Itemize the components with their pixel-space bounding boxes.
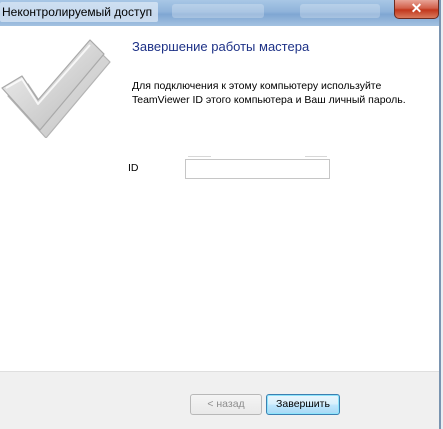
checkmark-icon <box>1 39 111 138</box>
instruction-text: Для подключения к этому компьютеру испол… <box>132 80 406 106</box>
window-title: Неконтролируемый доступ <box>0 2 159 22</box>
wizard-footer: < назад Завершить <box>0 371 439 429</box>
page-heading: Завершение работы мастера <box>132 39 310 54</box>
wizard-content: Завершение работы мастера Для подключени… <box>0 26 439 371</box>
id-label: ID <box>128 162 139 174</box>
title-bar[interactable]: Неконтролируемый доступ ✕ <box>0 0 439 26</box>
wizard-window: Неконтролируемый доступ ✕ Завершение раб… <box>0 0 441 429</box>
finish-button[interactable]: Завершить <box>266 394 340 415</box>
back-button[interactable]: < назад <box>190 394 262 415</box>
background-title-ghost <box>172 4 264 18</box>
background-title-ghost <box>300 4 380 18</box>
close-button[interactable]: ✕ <box>394 0 439 19</box>
close-icon: ✕ <box>410 0 423 16</box>
id-field[interactable] <box>185 156 330 179</box>
